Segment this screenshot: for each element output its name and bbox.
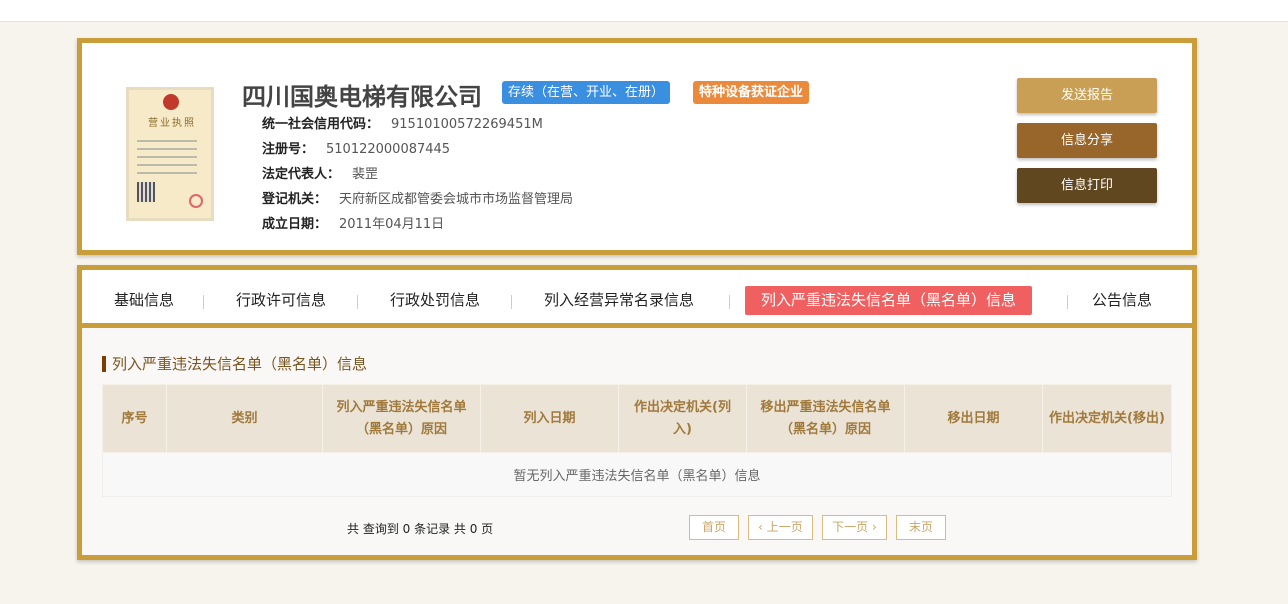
section-title: 列入严重违法失信名单（黑名单）信息 (102, 356, 367, 372)
send-report-button[interactable]: 发送报告 (1017, 78, 1157, 113)
license-title: 营业执照 (148, 118, 196, 129)
pagination-summary: 共 查询到 0 条记录 共 0 页 (347, 522, 494, 536)
company-card: 营业执照 四川国奥电梯有限公司 存续（在营、开业、在册） 特种设备获证企业 统一… (77, 38, 1197, 255)
last-page-button[interactable]: 末页 (896, 515, 946, 540)
business-license-image[interactable]: 营业执照 (126, 87, 214, 221)
tab-bar: 基础信息 行政许可信息 行政处罚信息 列入经营异常名录信息 列入严重违法失信名单… (82, 270, 1192, 328)
blacklist-table: 序号 类别 列入严重违法失信名单（黑名单）原因 列入日期 作出决定机关(列入) … (102, 384, 1172, 497)
tab-basic-info[interactable]: 基础信息 (98, 286, 190, 315)
details-card: 基础信息 行政许可信息 行政处罚信息 列入经营异常名录信息 列入严重违法失信名单… (77, 265, 1197, 560)
col-header: 列入严重违法失信名单（黑名单）原因 (322, 384, 481, 453)
col-header: 移出严重违法失信名单（黑名单）原因 (746, 384, 905, 453)
print-button[interactable]: 信息打印 (1017, 168, 1157, 203)
tab-admin-penalty[interactable]: 行政处罚信息 (374, 286, 496, 315)
first-page-button[interactable]: 首页 (689, 515, 739, 540)
field-reg-number: 注册号： 510122000087445 (262, 142, 451, 157)
field-founded: 成立日期： 2011年04月11日 (262, 217, 445, 232)
prev-page-button[interactable]: ‹ 上一页 (748, 515, 813, 540)
col-header: 移出日期 (904, 384, 1043, 453)
qr-code-icon (137, 182, 155, 202)
certification-badge: 特种设备获证企业 (693, 81, 810, 104)
status-badge: 存续（在营、开业、在册） (502, 81, 671, 104)
tab-abnormal-list[interactable]: 列入经营异常名录信息 (528, 286, 710, 315)
col-header: 列入日期 (480, 384, 619, 453)
tab-admin-license[interactable]: 行政许可信息 (220, 286, 342, 315)
col-header: 作出决定机关(移出) (1042, 384, 1172, 453)
empty-message: 暂无列入严重违法失信名单（黑名单）信息 (102, 452, 1172, 497)
next-page-button[interactable]: 下一页 › (822, 515, 887, 540)
seal-icon (189, 194, 203, 208)
company-name: 四川国奥电梯有限公司 (242, 83, 482, 111)
share-button[interactable]: 信息分享 (1017, 123, 1157, 158)
tab-blacklist[interactable]: 列入严重违法失信名单（黑名单）信息 (745, 286, 1033, 315)
col-header: 作出决定机关(列入) (618, 384, 747, 453)
col-header: 序号 (102, 384, 167, 453)
top-bar (0, 0, 1288, 22)
field-legal-rep: 法定代表人： 裴罡 (262, 167, 379, 182)
national-emblem-icon (163, 94, 179, 110)
field-credit-code: 统一社会信用代码： 91510100572269451M (262, 117, 543, 132)
col-header: 类别 (166, 384, 323, 453)
tab-announcements[interactable]: 公告信息 (1076, 286, 1168, 315)
field-authority: 登记机关： 天府新区成都管委会城市市场监督管理局 (262, 192, 574, 207)
